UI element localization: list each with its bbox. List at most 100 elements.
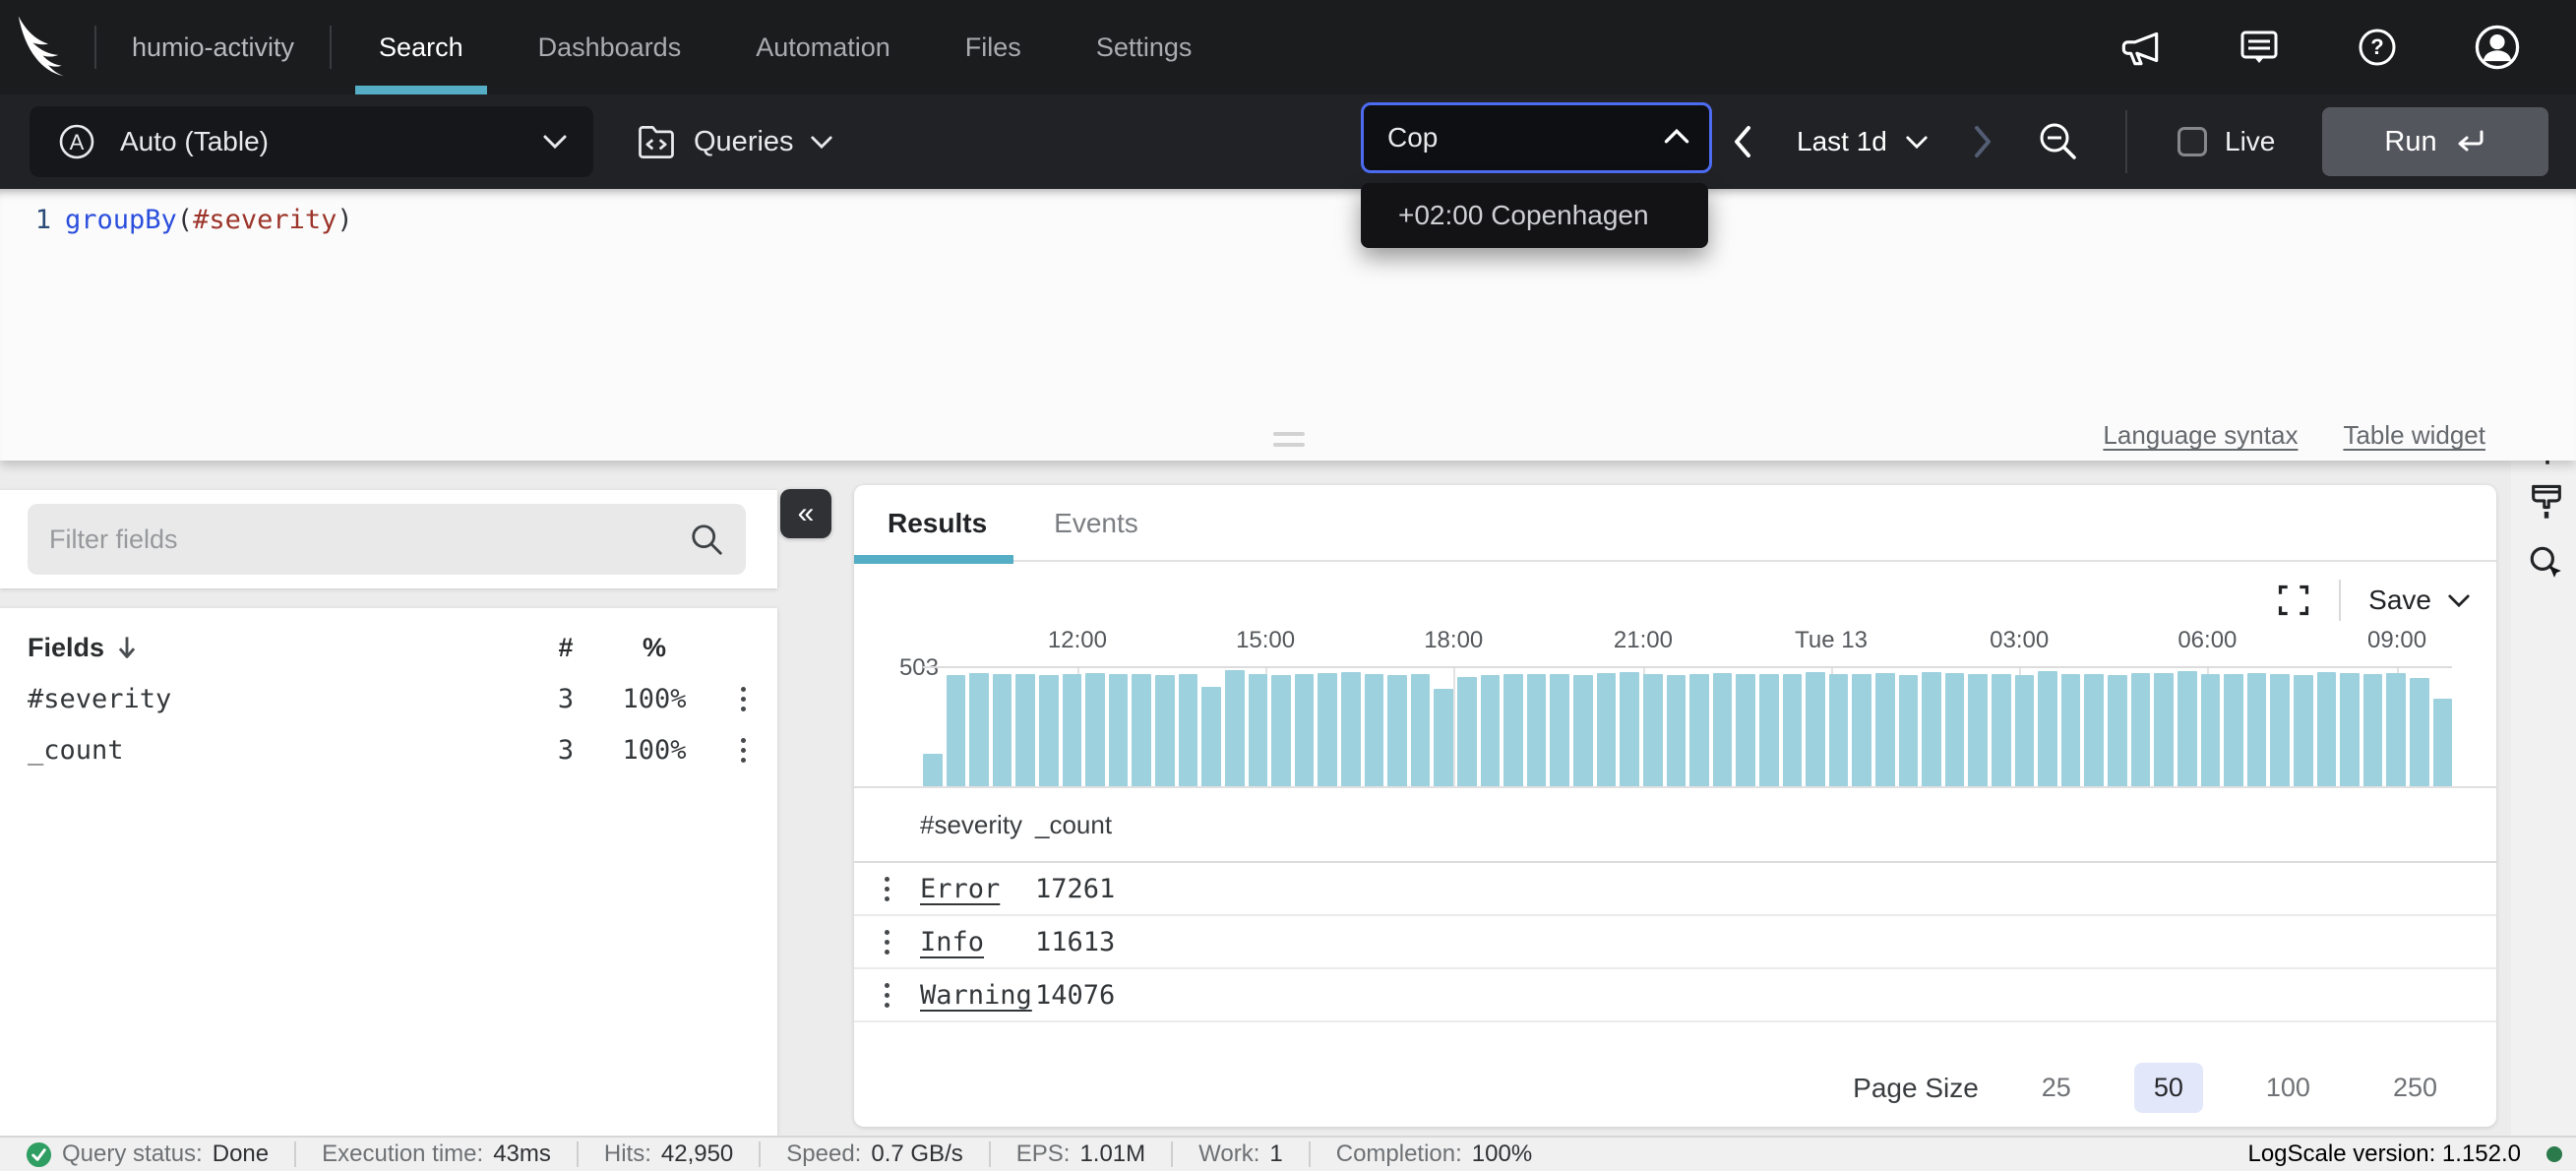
timezone-input[interactable] [1361,102,1712,173]
histogram-bar[interactable] [1365,674,1384,786]
field-menu-icon[interactable] [741,687,746,711]
histogram-bar[interactable] [1457,677,1477,786]
histogram-bar[interactable] [2108,675,2127,786]
histogram-bar[interactable] [2340,673,2360,786]
field-name[interactable]: _count [28,735,531,766]
fields-sort-header[interactable]: Fields [28,633,531,663]
filter-fields-input[interactable] [28,504,746,575]
histogram-bar[interactable] [2270,674,2290,786]
nav-item-search[interactable]: Search [355,0,487,94]
histogram-bar[interactable] [1481,675,1501,786]
crowdstrike-falcon-logo[interactable] [0,0,94,94]
histogram-bar[interactable] [1387,675,1407,786]
panel-resize-handle[interactable] [1273,432,1305,454]
histogram-bar[interactable] [2224,674,2243,786]
histogram-bar[interactable] [2363,674,2383,786]
queries-menu-button[interactable]: Queries [635,106,833,177]
severity-value-link[interactable]: Warning [920,980,1035,1011]
row-menu-icon[interactable] [885,877,889,901]
tab-events[interactable]: Events [1020,485,1172,562]
feedback-icon[interactable] [2236,24,2283,71]
histogram-bar[interactable] [1806,672,1825,786]
histogram-bar[interactable] [1179,674,1198,786]
histogram-bar[interactable] [1643,674,1663,786]
time-range-selector[interactable]: Last 1d [1797,126,1929,157]
field-name[interactable]: #severity [28,684,531,714]
tab-results[interactable]: Results [854,485,1020,562]
row-menu-icon[interactable] [885,930,889,955]
styling-brush-icon[interactable] [2529,482,2564,522]
histogram-bar[interactable] [1434,689,1453,786]
table-widget-link[interactable]: Table widget [2343,420,2485,451]
page-size-option-250[interactable]: 250 [2373,1063,2457,1113]
histogram-bar[interactable] [1759,674,1779,786]
histogram-bar[interactable] [2386,673,2406,786]
visualization-selector[interactable]: A Auto (Table) [30,106,593,177]
histogram-bar[interactable] [1109,674,1129,786]
nav-item-files[interactable]: Files [942,0,1045,94]
histogram-bar[interactable] [1318,673,1337,786]
chevron-up-icon[interactable] [1663,128,1690,145]
column-header-severity[interactable]: #severity [920,810,1035,840]
histogram-bar[interactable] [1271,675,1291,786]
next-time-window-button[interactable] [1972,125,1993,158]
histogram-bar[interactable] [2247,673,2267,786]
collapse-fields-panel-button[interactable]: « [780,489,831,538]
table-row[interactable]: Error 17261 [854,863,2496,916]
histogram-bar[interactable] [1503,674,1523,786]
histogram-bar[interactable] [1899,675,1919,786]
histogram-bar[interactable] [1155,675,1175,786]
histogram-bar[interactable] [1992,674,2011,786]
histogram-bar[interactable] [1201,687,1221,786]
timezone-option-copenhagen[interactable]: +02:00 Copenhagen [1398,200,1649,231]
histogram-bar[interactable] [993,674,1012,786]
histogram-bar[interactable] [1689,674,1709,786]
table-row[interactable]: Warning 14076 [854,969,2496,1022]
histogram-bar[interactable] [1713,673,1733,786]
histogram-bar[interactable] [2084,674,2104,786]
severity-value-link[interactable]: Error [920,874,1035,904]
histogram-bar[interactable] [1875,673,1895,786]
column-header-count[interactable]: _count [1035,810,2496,840]
histogram-bar[interactable] [2015,675,2035,786]
fullscreen-icon[interactable] [2276,583,2311,618]
histogram-bar[interactable] [2038,671,2057,786]
histogram-bar[interactable] [1015,674,1035,786]
language-syntax-link[interactable]: Language syntax [2103,420,2298,451]
nav-item-dashboards[interactable]: Dashboards [515,0,705,94]
previous-time-window-button[interactable] [1732,125,1753,158]
histogram-bar[interactable] [2317,672,2337,786]
histogram-bar[interactable] [1295,674,1315,786]
histogram-bar[interactable] [1063,674,1082,786]
row-menu-icon[interactable] [885,983,889,1008]
histogram-bar[interactable] [1968,674,1988,786]
histogram-bar[interactable] [1922,672,1941,786]
histogram-bar[interactable] [1945,673,1965,786]
histogram-bar[interactable] [2294,675,2313,786]
histogram-bar[interactable] [1225,670,1245,786]
histogram-bar[interactable] [1527,674,1547,786]
histogram-bar[interactable] [969,673,989,786]
histogram-bar[interactable] [2154,673,2174,786]
repository-name[interactable]: humio-activity [96,32,330,63]
query-code-line[interactable]: 1 groupBy(#severity) [0,205,353,235]
histogram-bar[interactable] [2061,674,2081,786]
histogram-bar[interactable] [2177,671,2197,786]
run-button[interactable]: Run [2322,107,2548,176]
page-size-option-50[interactable]: 50 [2134,1063,2203,1113]
zoom-out-time-button[interactable] [2037,120,2080,163]
histogram-bar[interactable] [2410,678,2429,786]
severity-value-link[interactable]: Info [920,927,1035,957]
live-toggle[interactable]: Live [2177,94,2275,189]
histogram-bar[interactable] [1573,675,1593,786]
histogram-bar[interactable] [1736,674,1755,786]
query-editor[interactable]: 1 groupBy(#severity) Language syntax Tab… [0,189,2576,461]
histogram-bar[interactable] [1829,674,1849,786]
histogram-bar[interactable] [1597,673,1617,786]
histogram-bar[interactable] [1783,674,1803,786]
nav-item-settings[interactable]: Settings [1073,0,1216,94]
histogram-bar[interactable] [923,754,943,786]
histogram-bar[interactable] [1132,674,1151,786]
field-menu-icon[interactable] [741,738,746,763]
histogram-bar[interactable] [1667,675,1687,786]
